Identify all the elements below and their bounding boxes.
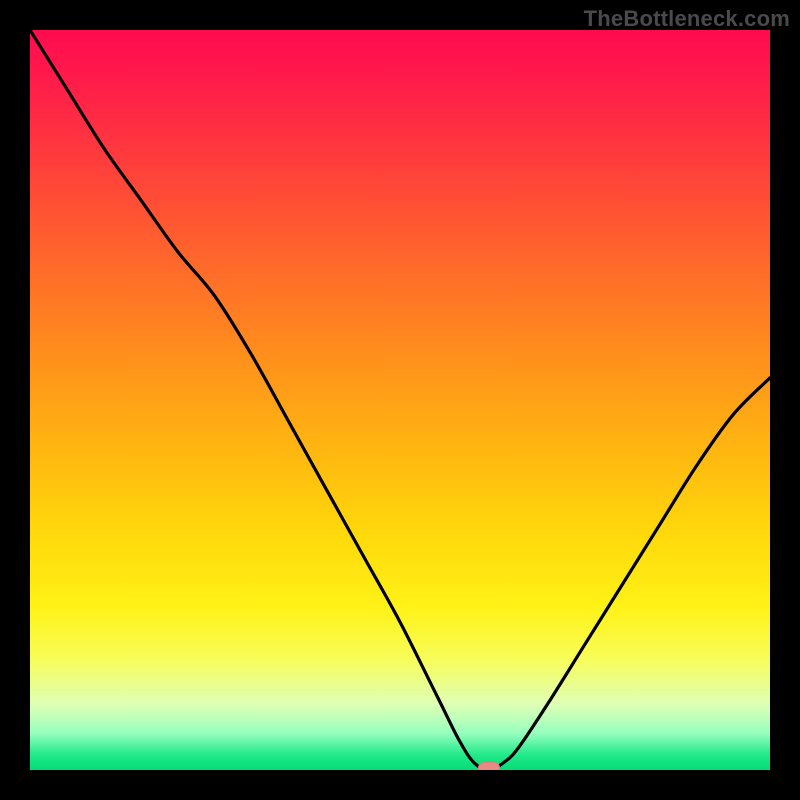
curve-path bbox=[30, 30, 770, 770]
chart-frame: TheBottleneck.com bbox=[0, 0, 800, 800]
plot-area bbox=[30, 30, 770, 770]
bottleneck-curve bbox=[30, 30, 770, 770]
watermark-label: TheBottleneck.com bbox=[584, 6, 790, 32]
optimal-point-marker bbox=[478, 762, 500, 770]
